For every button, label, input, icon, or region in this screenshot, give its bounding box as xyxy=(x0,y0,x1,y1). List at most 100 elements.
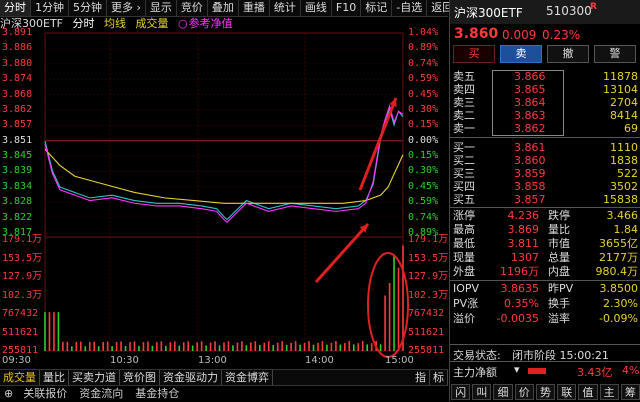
indicator-tab-5[interactable]: 资金博弈 xyxy=(222,370,273,385)
price-tick: 3.874 xyxy=(2,73,33,85)
volume-bar xyxy=(352,344,355,351)
buy-button[interactable]: 买 xyxy=(453,45,495,63)
trade-status-label: 交易状态: xyxy=(453,349,501,362)
volume-bar xyxy=(321,341,324,351)
time-tick: 14:00 xyxy=(305,355,334,366)
volume-bar xyxy=(71,346,73,351)
indicator-tab-2[interactable]: 买卖力道 xyxy=(69,370,120,385)
stat-value: 1.84 xyxy=(613,223,639,236)
pct-tick: 0.30% xyxy=(408,103,439,115)
order-price[interactable]: 3.857 xyxy=(514,193,546,206)
quote-tool-icon-5[interactable]: 联 xyxy=(557,384,577,400)
pct-tick: 0.89% xyxy=(408,42,439,54)
time-tick: 13:00 xyxy=(198,355,227,366)
expand-icon[interactable]: ⊕ xyxy=(0,386,17,402)
stat-label: 量比 xyxy=(548,223,570,236)
pct-tick: 1.04% xyxy=(408,27,439,38)
order-price[interactable]: 3.858 xyxy=(514,180,546,193)
volume-bar xyxy=(263,342,266,351)
time-tick: 10:30 xyxy=(110,355,139,366)
volume-bar xyxy=(111,346,113,351)
indicator-toggle-0[interactable]: 指 xyxy=(412,370,430,385)
quote-tool-icon-7[interactable]: 主 xyxy=(599,384,619,400)
indicator-tab-1[interactable]: 量比 xyxy=(40,370,69,385)
volume-bar xyxy=(138,345,140,351)
volume-bar xyxy=(142,342,145,351)
quote-tool-icon-6[interactable]: 值 xyxy=(578,384,598,400)
alert-button[interactable]: 警 xyxy=(594,45,636,63)
stats-divider xyxy=(450,207,640,208)
stat-value: 3.8635 xyxy=(500,282,540,295)
volume-bar xyxy=(187,341,189,351)
order-price[interactable]: 3.859 xyxy=(514,167,546,180)
volume-bar xyxy=(303,342,306,351)
volume-bar xyxy=(147,341,149,351)
indicator-tab-4[interactable]: 资金驱动力 xyxy=(160,370,222,385)
quote-tool-icon-4[interactable]: 势 xyxy=(535,384,556,400)
volume-bar xyxy=(53,312,55,351)
volume-bar xyxy=(48,312,51,351)
volume-bar xyxy=(281,341,283,351)
price-tick: 3.822 xyxy=(2,211,33,223)
netflow-pct: 4% xyxy=(622,364,640,377)
order-level-label: 卖二 xyxy=(453,109,475,122)
quote-tool-icon-1[interactable]: 叫 xyxy=(472,384,492,400)
stat-row: 涨停 4.236 跌停 3.466 xyxy=(450,209,640,223)
quote-title-bar: 沪深300ETF 510300 R xyxy=(450,0,640,24)
order-price[interactable]: 3.860 xyxy=(514,154,546,167)
order-book-row: 买一 3.861 1110 xyxy=(450,141,640,154)
nav-line xyxy=(44,104,404,223)
volume-bar xyxy=(388,283,391,351)
volume-tick-right: 153.5万 xyxy=(408,252,449,264)
bottom-link-1[interactable]: 资金流向 xyxy=(73,386,129,402)
bottom-link-2[interactable]: 基金持仓 xyxy=(129,386,185,402)
price-tick: 3.834 xyxy=(2,180,33,192)
volume-bar xyxy=(75,341,78,351)
quote-tool-icon-8[interactable]: 筹 xyxy=(620,384,640,400)
quote-bottom-icons: 闪叫细价势联值主筹 xyxy=(450,383,640,401)
price-tick: 3.868 xyxy=(2,88,33,100)
bottom-link-0[interactable]: 关联报价 xyxy=(17,386,73,402)
volume-bar xyxy=(232,345,234,351)
volume-bar xyxy=(84,346,87,351)
volume-bar xyxy=(218,345,221,351)
volume-tick: 511621 xyxy=(2,326,39,338)
chart-frame xyxy=(44,32,404,352)
volume-bar xyxy=(200,341,203,351)
volume-bar xyxy=(124,346,127,351)
quote-tool-icon-3[interactable]: 价 xyxy=(514,384,534,400)
volume-bar xyxy=(102,341,104,351)
volume-bar xyxy=(245,345,248,351)
iopv-divider xyxy=(450,280,640,281)
stat-label: PV涨 xyxy=(453,297,479,310)
quote-tool-icon-2[interactable]: 细 xyxy=(493,384,513,400)
volume-bar xyxy=(348,341,351,351)
price-tick: 3.886 xyxy=(2,42,33,54)
netflow-dropdown-icon[interactable]: ▾ xyxy=(514,363,520,376)
cancel-order-button[interactable]: 撤 xyxy=(547,45,589,63)
volume-bar xyxy=(384,295,386,351)
stat-row: 最低 3.811 市值 3655亿 xyxy=(450,237,640,251)
stat-label: 市值 xyxy=(548,237,570,250)
stat-row: 外盘 1196万 内盘 980.4万 xyxy=(450,265,640,279)
order-volume: 15838 xyxy=(603,193,638,206)
volume-tick: 767432 xyxy=(2,308,39,319)
quote-badge: R xyxy=(590,2,597,12)
order-price[interactable]: 3.861 xyxy=(514,141,546,154)
order-level-label: 买二 xyxy=(453,154,475,167)
pct-tick: 0.74% xyxy=(408,57,439,69)
volume-bar xyxy=(357,343,360,351)
stat-value: 0.35% xyxy=(504,297,539,310)
indicator-tabs: 成交量 量比 买卖力道 竞价图 资金驱动力 资金博弈 指标 xyxy=(0,369,448,385)
quote-price: 3.860 xyxy=(454,26,499,42)
sell-button[interactable]: 卖 xyxy=(500,45,542,63)
volume-tick-right: 767432 xyxy=(408,308,445,319)
intraday-chart[interactable] xyxy=(0,0,448,369)
stat-label: 昨PV xyxy=(548,282,574,295)
indicator-tab-3[interactable]: 竞价图 xyxy=(120,370,160,385)
quote-tool-icon-0[interactable]: 闪 xyxy=(451,384,471,400)
indicator-toggle-1[interactable]: 标 xyxy=(430,370,448,385)
volume-bar xyxy=(191,345,194,351)
indicator-tab-0[interactable]: 成交量 xyxy=(0,370,40,385)
volume-bar xyxy=(339,344,342,351)
